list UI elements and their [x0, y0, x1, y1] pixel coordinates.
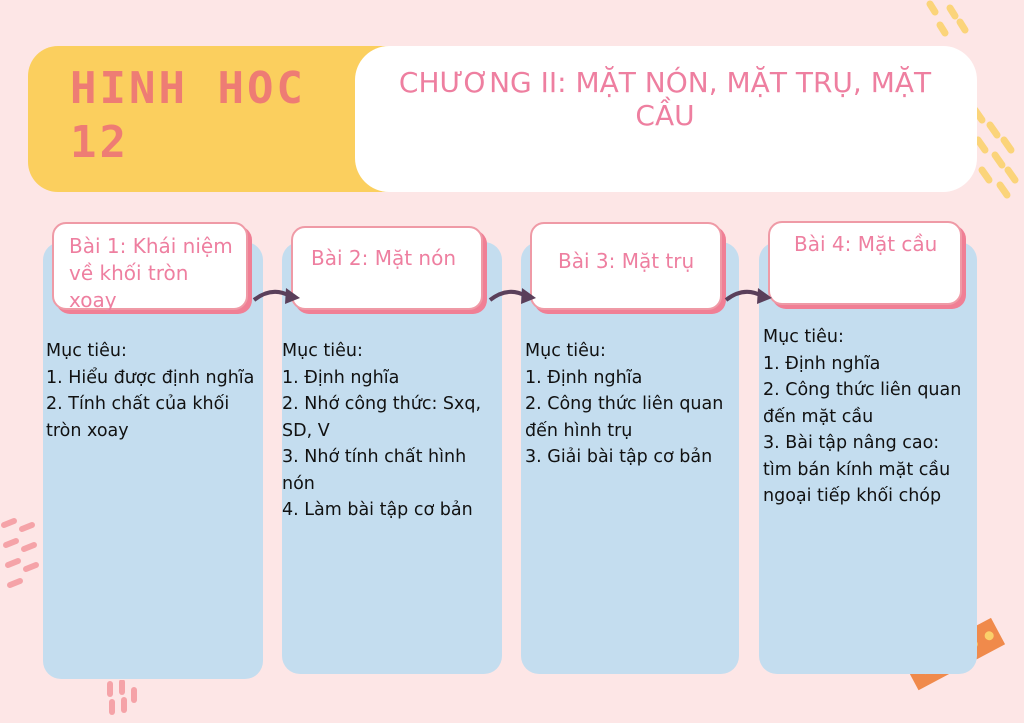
lesson-2-title: Bài 2: Mặt nón — [311, 246, 457, 270]
lesson-1-title-box: Bài 1: Khái niệm về khối tròn xoay — [52, 222, 248, 312]
goal-item: 4. Làm bài tập cơ bản — [282, 500, 473, 520]
chapter-title: CHƯƠNG II: MẶT NÓN, MẶT TRỤ, MẶT CẦU — [398, 66, 932, 132]
goal-item: 3. Nhớ tính chất hình nón — [282, 447, 467, 494]
goal-heading: Mục tiêu: — [46, 341, 127, 361]
goal-item: 2. Tính chất của khối tròn xoay — [46, 394, 230, 441]
goal-item: 2. Công thức liên quan đến hình trụ — [525, 394, 724, 441]
goal-heading: Mục tiêu: — [763, 327, 844, 347]
lesson-2-title-box: Bài 2: Mặt nón — [291, 226, 483, 310]
lesson-3-goals: Mục tiêu: 1. Định nghĩa 2. Công thức liê… — [525, 338, 737, 471]
lesson-4-goals: Mục tiêu: 1. Định nghĩa 2. Công thức liê… — [763, 324, 968, 510]
arrow-icon-2 — [488, 288, 536, 304]
lesson-2-goals: Mục tiêu: 1. Định nghĩa 2. Nhớ công thức… — [282, 338, 496, 524]
lesson-1-goals: Mục tiêu: 1. Hiểu được định nghĩa 2. Tín… — [46, 338, 264, 444]
lesson-4-title-box: Bài 4: Mặt cầu — [768, 221, 962, 305]
goal-item: 1. Định nghĩa — [525, 367, 643, 388]
arrow-icon-1 — [252, 288, 300, 304]
goal-heading: Mục tiêu: — [525, 341, 606, 361]
goal-item: 2. Công thức liên quan đến mặt cầu — [763, 380, 962, 427]
page-title: HINH HOC 12 — [70, 63, 306, 168]
goal-item: 2. Nhớ công thức: Sxq, SD, V — [282, 394, 482, 441]
arrow-icon-3 — [724, 288, 772, 304]
lesson-3-title: Bài 3: Mặt trụ — [558, 249, 695, 273]
goal-item: 1. Định nghĩa — [763, 353, 881, 374]
goal-item: 3. Giải bài tập cơ bản — [525, 447, 713, 467]
lesson-4-title: Bài 4: Mặt cầu — [794, 232, 938, 256]
lesson-3-title-box: Bài 3: Mặt trụ — [530, 222, 722, 310]
goal-heading: Mục tiêu: — [282, 341, 363, 361]
goal-item: 1. Hiểu được định nghĩa — [46, 367, 255, 388]
lesson-1-title: Bài 1: Khái niệm về khối tròn xoay — [69, 234, 233, 312]
goal-item: 3. Bài tập nâng cao: tìm bán kính mặt cầ… — [763, 433, 951, 506]
goal-item: 1. Định nghĩa — [282, 367, 400, 388]
decorative-dashes-bottom — [107, 680, 137, 715]
